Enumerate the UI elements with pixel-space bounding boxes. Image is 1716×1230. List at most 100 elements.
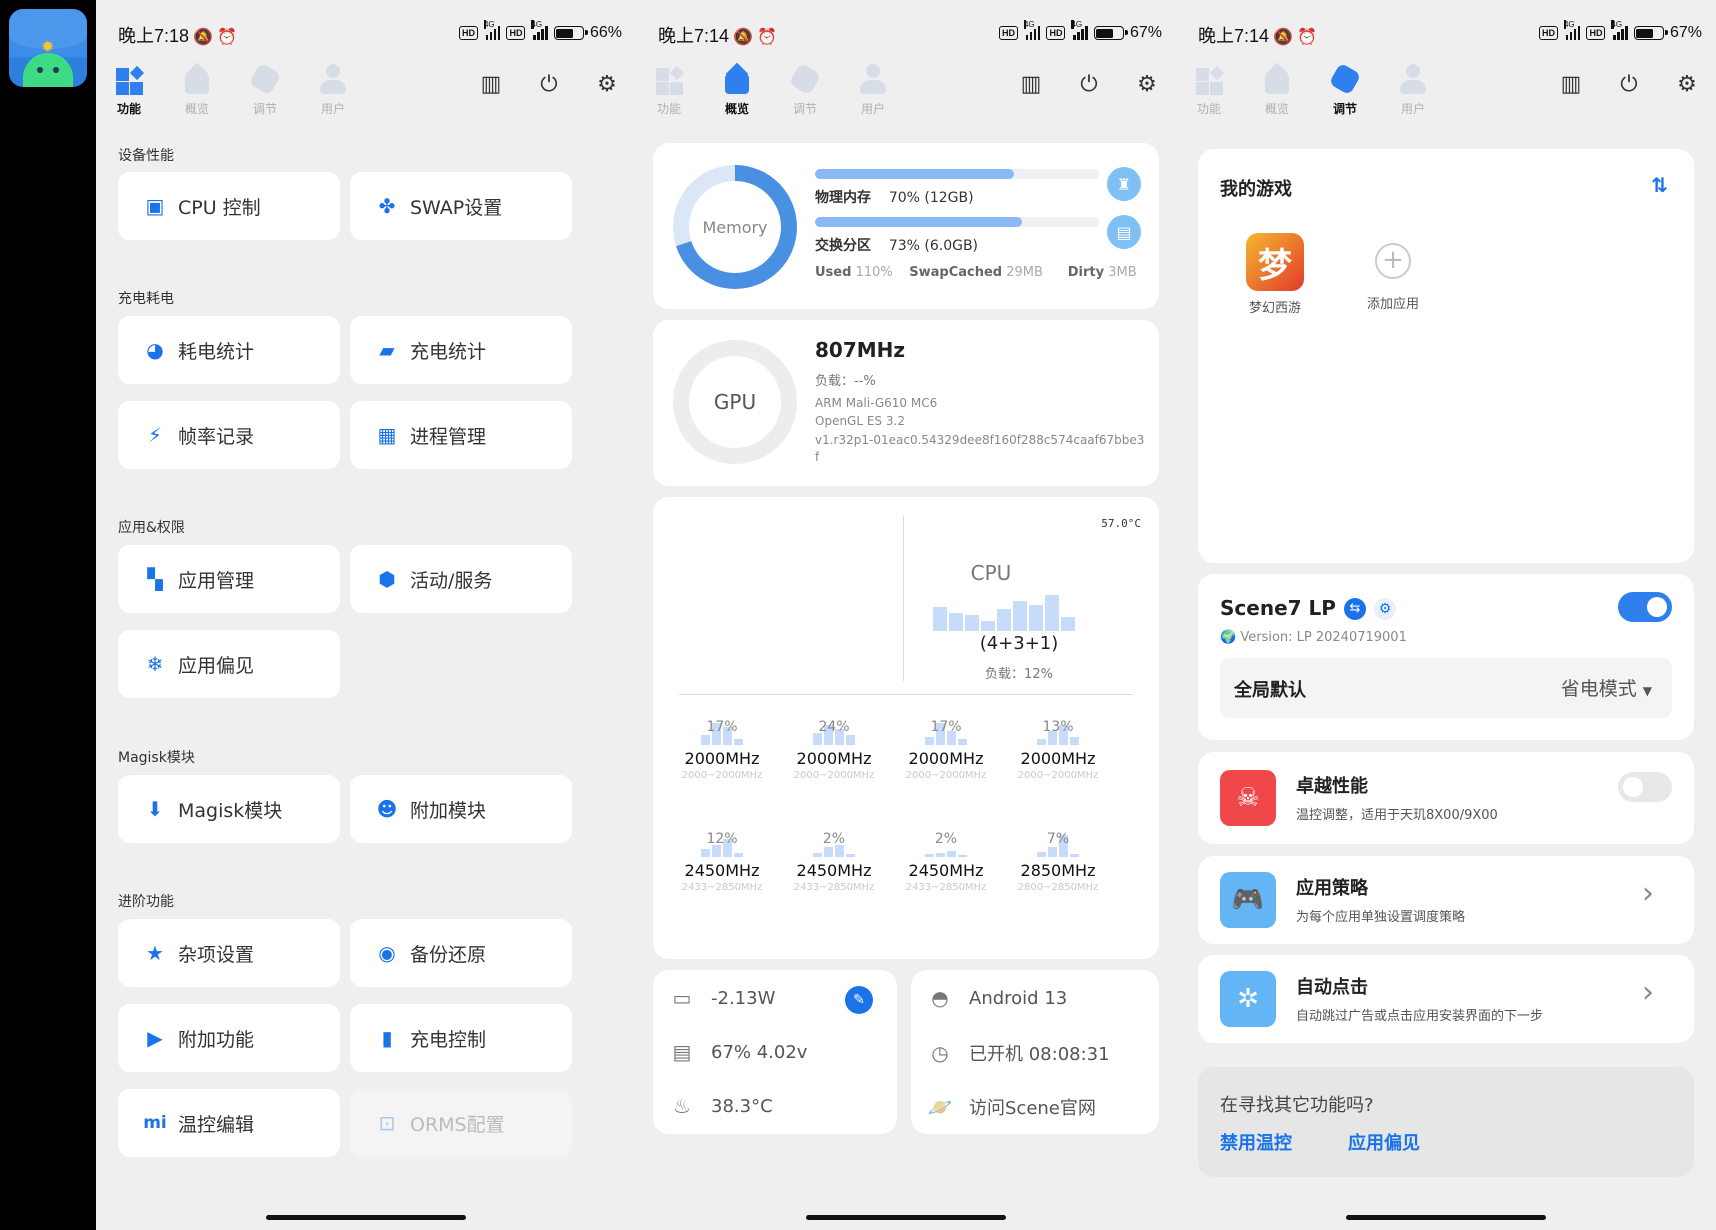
status-bar: 晚上7:18 🔕 ⏰ HD 4G HD 4G 66% bbox=[96, 20, 636, 50]
tab-overview[interactable]: 概览 bbox=[1252, 62, 1302, 117]
home-indicator[interactable] bbox=[806, 1215, 1006, 1220]
clean-icon[interactable]: ♜ bbox=[1107, 167, 1141, 201]
hd-icon: HD bbox=[998, 26, 1018, 40]
tab-features[interactable]: 功能 bbox=[644, 62, 694, 117]
used-value: 110% bbox=[855, 265, 893, 280]
core-percent: 17% bbox=[706, 719, 738, 735]
fps-record-button[interactable]: ⚡ 帧率记录 bbox=[118, 401, 340, 469]
chart-icon[interactable]: ▥ bbox=[1002, 72, 1060, 97]
core-range: 2000~2000MHz bbox=[905, 770, 987, 781]
tab-user[interactable]: 用户 bbox=[308, 62, 358, 117]
cpu-load: 负载：12% bbox=[985, 667, 1053, 682]
excellent-performance-card[interactable]: ☠ 卓越性能 温控调整，适用于天玑8X00/9X00 bbox=[1198, 752, 1694, 844]
hexagon-icon bbox=[788, 62, 822, 96]
tab-user[interactable]: 用户 bbox=[848, 62, 898, 117]
auto-click-card[interactable]: ✲ 自动点击 自动跳过广告或点击应用安装界面的下一步 › bbox=[1198, 955, 1694, 1043]
home-indicator[interactable] bbox=[266, 1215, 466, 1220]
android-icon bbox=[23, 53, 73, 87]
power-usage-button[interactable]: ◕ 耗电统计 bbox=[118, 316, 340, 384]
core-frequency: 2450MHz bbox=[908, 861, 984, 880]
my-games-card: 我的游戏 ⇅ 梦 梦幻西游 + 添加应用 bbox=[1198, 149, 1694, 563]
scene-toggle[interactable] bbox=[1618, 592, 1672, 622]
physical-memory-value: 70% (12GB) bbox=[888, 190, 974, 206]
swap-settings-button[interactable]: ✤ SWAP设置 bbox=[350, 172, 572, 240]
divider bbox=[903, 515, 904, 681]
thermal-edit-button[interactable]: mi 温控编辑 bbox=[118, 1089, 340, 1157]
extra-functions-button[interactable]: ▶ 附加功能 bbox=[118, 1004, 340, 1072]
global-mode-row[interactable]: 全局默认 省电模式 ▼ bbox=[1220, 658, 1672, 718]
swap-clean-icon[interactable]: ▤ bbox=[1107, 215, 1141, 249]
cpu-cluster: (4+3+1) bbox=[979, 633, 1059, 654]
power-icon[interactable]: ⏻ bbox=[520, 72, 578, 97]
backup-icon: ◉ bbox=[378, 941, 396, 965]
gpu-frequency: 807MHz bbox=[815, 338, 906, 362]
tab-features[interactable]: 功能 bbox=[104, 62, 154, 117]
game-item[interactable]: 梦 梦幻西游 bbox=[1246, 233, 1304, 316]
activity-service-button[interactable]: ⬢ 活动/服务 bbox=[350, 545, 572, 613]
tab-user[interactable]: 用户 bbox=[1388, 62, 1438, 117]
gpu-gles: OpenGL ES 3.2 bbox=[815, 414, 905, 428]
settings-gear-icon[interactable]: ⚙ bbox=[578, 72, 636, 97]
core-percent: 2% bbox=[822, 831, 846, 847]
add-app-button[interactable]: + 添加应用 bbox=[1348, 233, 1438, 312]
tab-overview[interactable]: 概览 bbox=[172, 62, 222, 117]
toolbar-actions: ▥ ⏻ ⚙ bbox=[462, 72, 636, 97]
app-bias-link[interactable]: 应用偏见 bbox=[1348, 1129, 1420, 1155]
visit-site-link[interactable]: 🪐 访问Scene官网 bbox=[927, 1094, 1096, 1120]
battery-temp: 38.3°C bbox=[711, 1095, 773, 1117]
hd-icon: HD bbox=[506, 26, 526, 40]
misc-settings-button[interactable]: ★ 杂项设置 bbox=[118, 919, 340, 987]
app-manager-button[interactable]: ▚ 应用管理 bbox=[118, 545, 340, 613]
app-launcher-icon[interactable]: ✹ bbox=[9, 9, 87, 87]
charge-control-button[interactable]: ▮ 充电控制 bbox=[350, 1004, 572, 1072]
core-range: 2433~2850MHz bbox=[905, 882, 987, 893]
process-manager-button[interactable]: ▦ 进程管理 bbox=[350, 401, 572, 469]
power-icon[interactable]: ⏻ bbox=[1060, 72, 1118, 97]
gpu-load: 负载：--% bbox=[815, 374, 876, 389]
performance-toggle[interactable] bbox=[1618, 772, 1672, 802]
cpu-core: 13% 2000MHz 2000~2000MHz bbox=[1003, 719, 1113, 781]
item-title: 应用策略 bbox=[1296, 878, 1368, 899]
disable-thermal-link[interactable]: 禁用温控 bbox=[1220, 1129, 1292, 1155]
hd-icon: HD bbox=[1586, 26, 1606, 40]
settings-gear-icon[interactable]: ⚙ bbox=[1118, 72, 1176, 97]
cpu-control-button[interactable]: ▣ CPU 控制 bbox=[118, 172, 340, 240]
core-bar bbox=[925, 854, 934, 857]
user-icon bbox=[856, 62, 890, 96]
chevron-right-icon: › bbox=[1642, 975, 1654, 1010]
tab-tuning[interactable]: 调节 bbox=[240, 62, 290, 117]
charge-stats-button[interactable]: ▰ 充电统计 bbox=[350, 316, 572, 384]
chart-icon[interactable]: ▥ bbox=[462, 72, 520, 97]
memory-card[interactable]: Memory 物理内存 70% (12GB) 交换分区 73% (6.0GB) … bbox=[653, 143, 1159, 309]
tab-tuning[interactable]: 调节 bbox=[1320, 62, 1370, 117]
tab-features[interactable]: 功能 bbox=[1184, 62, 1234, 117]
signal-icon: 4G bbox=[1611, 20, 1628, 40]
gpu-driver: v1.r32p1-01eac0.54329dee8f160f288c574caa… bbox=[815, 433, 1145, 464]
tab-overview[interactable]: 概览 bbox=[712, 62, 762, 117]
section-title: 充电耗电 bbox=[118, 291, 174, 307]
backup-restore-button[interactable]: ◉ 备份还原 bbox=[350, 919, 572, 987]
home-indicator[interactable] bbox=[1346, 1215, 1546, 1220]
settings-gear-icon[interactable]: ⚙ bbox=[1658, 72, 1716, 97]
app-policy-card[interactable]: 🎮 应用策略 为每个应用单独设置调度策略 › bbox=[1198, 856, 1694, 944]
grid-icon bbox=[1192, 62, 1226, 96]
app-bias-button[interactable]: ❄ 应用偏见 bbox=[118, 630, 340, 698]
cpu-core: 24% 2000MHz 2000~2000MHz bbox=[779, 719, 889, 781]
signal-icon: 4G bbox=[1071, 20, 1088, 40]
power-icon[interactable]: ⏻ bbox=[1600, 72, 1658, 97]
core-bar bbox=[958, 739, 967, 745]
service-icon: ⬢ bbox=[378, 567, 396, 591]
apps-icon: ▚ bbox=[147, 567, 163, 591]
addon-module-button[interactable]: ☻ 附加模块 bbox=[350, 775, 572, 843]
system-card: ◓ Android 13 ◷ 已开机 08:08:31 🪐 访问Scene官网 bbox=[911, 970, 1159, 1134]
magisk-module-button[interactable]: ⬇ Magisk模块 bbox=[118, 775, 340, 843]
chart-icon[interactable]: ▥ bbox=[1542, 72, 1600, 97]
core-percent: 24% bbox=[818, 719, 850, 735]
tab-tuning[interactable]: 调节 bbox=[780, 62, 830, 117]
sync-icon[interactable]: ⇆ bbox=[1344, 598, 1366, 620]
edit-icon[interactable]: ✎ bbox=[845, 986, 873, 1014]
mode-select[interactable]: 省电模式 ▼ bbox=[1561, 674, 1652, 701]
sort-icon[interactable]: ⇅ bbox=[1651, 173, 1668, 197]
core-bar bbox=[947, 851, 956, 857]
scene-settings-icon[interactable]: ⚙ bbox=[1374, 598, 1396, 620]
